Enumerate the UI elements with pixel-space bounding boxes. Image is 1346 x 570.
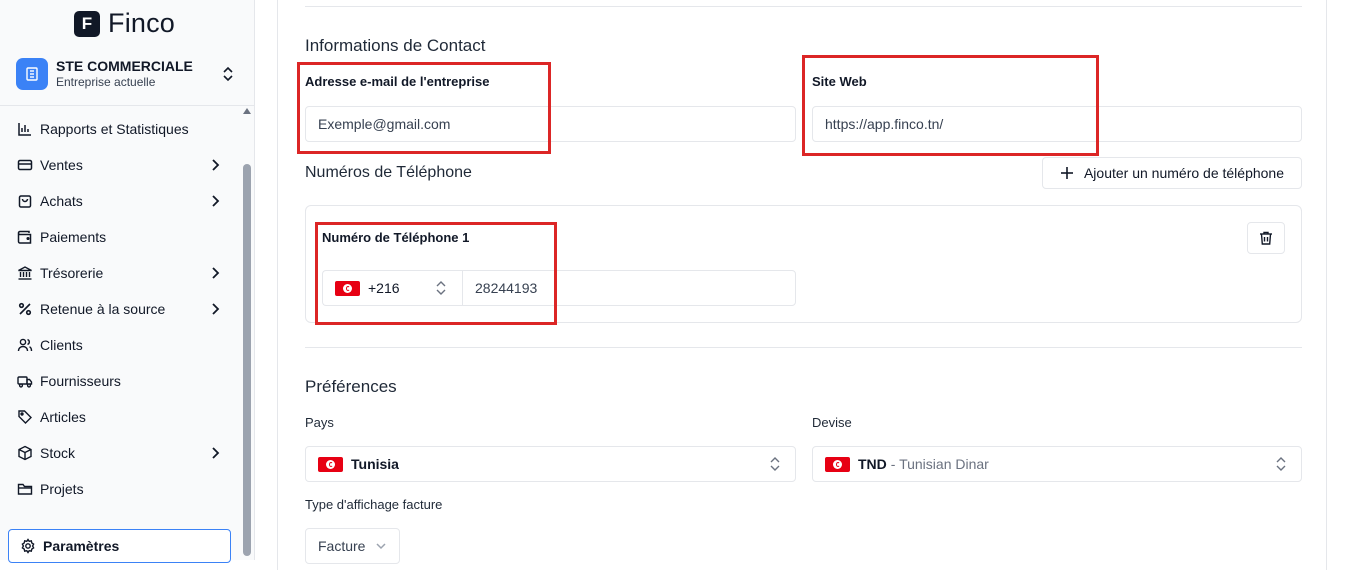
add-phone-label: Ajouter un numéro de téléphone [1083, 165, 1285, 181]
app-name: Finco [108, 8, 176, 38]
sidebar-item-achats[interactable]: Achats [0, 183, 238, 219]
sidebar-item-label: Rapports et Statistiques [40, 121, 189, 137]
sidebar-item-label: Retenue à la source [40, 301, 166, 317]
sidebar-item-retenue[interactable]: Retenue à la source [0, 291, 238, 327]
country-label: Pays [305, 415, 334, 430]
sidebar-item-label: Ventes [40, 157, 83, 173]
sidebar-item-rapports[interactable]: Rapports et Statistiques [0, 111, 238, 147]
preferences-section-title: Préférences [305, 377, 397, 396]
tunisia-flag-icon [318, 456, 343, 472]
invoice-type-value: Facture [318, 538, 366, 554]
chevrons-up-down-icon [770, 457, 780, 471]
sidebar-item-label: Stock [40, 445, 76, 461]
sidebar-item-ventes[interactable]: Ventes [0, 147, 238, 183]
country-code-value: +216 [368, 280, 400, 296]
contact-section-title: Informations de Contact [305, 36, 486, 55]
website-field[interactable]: https://app.finco.tn/ [812, 106, 1302, 142]
sidebar: F Finco STE COMMERCIALE Entreprise actue… [0, 0, 255, 563]
sidebar-item-label: Projets [40, 481, 84, 497]
sidebar-item-projets[interactable]: Projets [0, 471, 238, 507]
sidebar-divider [0, 105, 255, 106]
sidebar-item-label: Fournisseurs [40, 373, 121, 389]
section-divider [305, 347, 1302, 348]
sidebar-item-label: Paiements [40, 229, 107, 245]
truck-icon [16, 372, 34, 390]
scroll-up-arrow-icon[interactable] [243, 108, 251, 114]
tunisia-flag-icon [825, 456, 850, 472]
sidebar-item-label: Clients [40, 337, 83, 353]
company-subtitle: Entreprise actuelle [56, 75, 156, 89]
invoice-type-label: Type d'affichage facture [305, 497, 443, 512]
tag-icon [16, 408, 34, 426]
chevron-right-icon [212, 447, 220, 459]
sidebar-item-paiements[interactable]: Paiements [0, 219, 238, 255]
sidebar-nav: Rapports et Statistiques Ventes Achats P… [0, 111, 238, 507]
add-phone-button[interactable]: Ajouter un numéro de téléphone [1042, 157, 1302, 189]
sidebar-item-clients[interactable]: Clients [0, 327, 238, 363]
company-name: STE COMMERCIALE [56, 58, 193, 74]
sidebar-item-label: Articles [40, 409, 86, 425]
sidebar-item-tresorerie[interactable]: Trésorerie [0, 255, 238, 291]
sidebar-item-label: Trésorerie [40, 265, 104, 281]
credit-card-icon [16, 156, 34, 174]
bank-icon [16, 264, 34, 282]
folder-icon [16, 480, 34, 498]
box-icon [16, 444, 34, 462]
scrollbar-thumb[interactable] [243, 164, 251, 556]
sidebar-item-articles[interactable]: Articles [0, 399, 238, 435]
percent-icon [16, 300, 34, 318]
currency-name: - Tunisian Dinar [890, 456, 989, 472]
trash-icon [1260, 231, 1272, 245]
app-logo[interactable]: F Finco [74, 8, 175, 39]
chevron-right-icon [212, 267, 220, 279]
chevron-right-icon [212, 303, 220, 315]
wallet-icon [16, 228, 34, 246]
chevron-right-icon [212, 195, 220, 207]
building-icon [16, 58, 48, 90]
email-field[interactable]: Exemple@gmail.com [305, 106, 796, 142]
gear-icon [19, 537, 37, 555]
chevrons-up-down-icon [436, 281, 446, 295]
website-label: Site Web [812, 74, 867, 89]
chevron-right-icon [212, 159, 220, 171]
plus-icon [1060, 167, 1073, 179]
invoice-type-select[interactable]: Facture [305, 528, 400, 564]
sidebar-item-label: Achats [40, 193, 83, 209]
chevron-down-icon [376, 543, 386, 550]
email-label: Adresse e-mail de l'entreprise [305, 74, 490, 89]
bar-chart-icon [16, 120, 34, 138]
currency-code: TND [858, 456, 887, 472]
chevrons-up-down-icon [220, 64, 236, 84]
tunisia-flag-icon [335, 280, 360, 296]
currency-label: Devise [812, 415, 852, 430]
delete-phone-button[interactable] [1247, 222, 1285, 254]
sidebar-item-parametres[interactable]: Paramètres [8, 529, 231, 563]
sidebar-scrollbar[interactable] [241, 104, 253, 560]
section-divider [305, 6, 1302, 7]
phones-section-title: Numéros de Téléphone [305, 164, 472, 181]
phone-label: Numéro de Téléphone 1 [322, 230, 470, 245]
country-select[interactable]: Tunisia [305, 446, 796, 482]
country-value: Tunisia [351, 456, 399, 472]
sidebar-item-label: Paramètres [43, 538, 120, 554]
users-icon [16, 336, 34, 354]
company-switcher[interactable]: STE COMMERCIALE Entreprise actuelle [16, 56, 242, 92]
shopping-bag-icon [16, 192, 34, 210]
logo-mark: F [74, 10, 100, 37]
sidebar-item-stock[interactable]: Stock [0, 435, 238, 471]
chevrons-up-down-icon [1276, 457, 1286, 471]
currency-select[interactable]: TND - Tunisian Dinar [812, 446, 1302, 482]
phone-number-input[interactable]: 28244193 [462, 270, 796, 306]
sidebar-item-fournisseurs[interactable]: Fournisseurs [0, 363, 238, 399]
